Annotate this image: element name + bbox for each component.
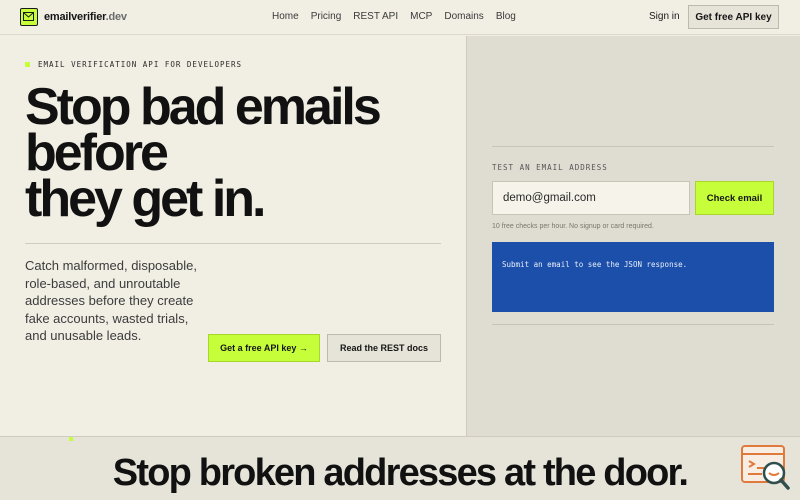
tester-panel (466, 36, 800, 436)
search-code-icon[interactable] (740, 444, 792, 494)
headline-line-3: they get in. (25, 170, 266, 228)
eyebrow-text: EMAIL VERIFICATION API FOR DEVELOPERS (38, 60, 243, 69)
envelope-icon (20, 8, 38, 26)
check-email-button[interactable]: Check email (695, 181, 774, 215)
read-rest-docs-button[interactable]: Read the REST docs (327, 334, 441, 362)
top-nav: emailverifier.dev Home Pricing REST API … (0, 0, 800, 35)
divider (25, 243, 441, 244)
nav-link-rest-api[interactable]: REST API (353, 11, 398, 22)
eyebrow-dot (25, 62, 30, 67)
brand-name: emailverifier.dev (44, 11, 127, 23)
nav-link-mcp[interactable]: MCP (410, 11, 432, 22)
response-placeholder: Submit an email to see the JSON response… (502, 260, 688, 269)
accent-dot (69, 437, 73, 441)
nav-link-blog[interactable]: Blog (496, 11, 516, 22)
get-free-api-key-button[interactable]: Get free API key (688, 5, 779, 29)
tester-label: TEST AN EMAIL ADDRESS (492, 163, 608, 172)
eyebrow: EMAIL VERIFICATION API FOR DEVELOPERS (25, 60, 242, 69)
nav-link-pricing[interactable]: Pricing (311, 11, 342, 22)
nav-link-domains[interactable]: Domains (444, 11, 483, 22)
nav-link-home[interactable]: Home (272, 11, 299, 22)
bottom-headline: Stop broken addresses at the door. (112, 452, 689, 494)
nav-links: Home Pricing REST API MCP Domains Blog (272, 11, 528, 22)
panel-divider-top (492, 146, 774, 147)
json-response-box: Submit an email to see the JSON response… (492, 242, 774, 312)
get-api-key-button[interactable]: Get a free API key → (208, 334, 320, 362)
email-input[interactable] (492, 181, 690, 215)
sign-in-link[interactable]: Sign in (649, 11, 680, 22)
panel-divider-bottom (492, 324, 774, 325)
brand-logo[interactable]: emailverifier.dev (20, 8, 127, 26)
hero-subcopy: Catch malformed, disposable, role-based,… (25, 258, 197, 343)
hero-headline: Stop bad emails before they get in. (25, 81, 455, 228)
rate-limit-hint: 10 free checks per hour. No signup or ca… (492, 223, 654, 230)
